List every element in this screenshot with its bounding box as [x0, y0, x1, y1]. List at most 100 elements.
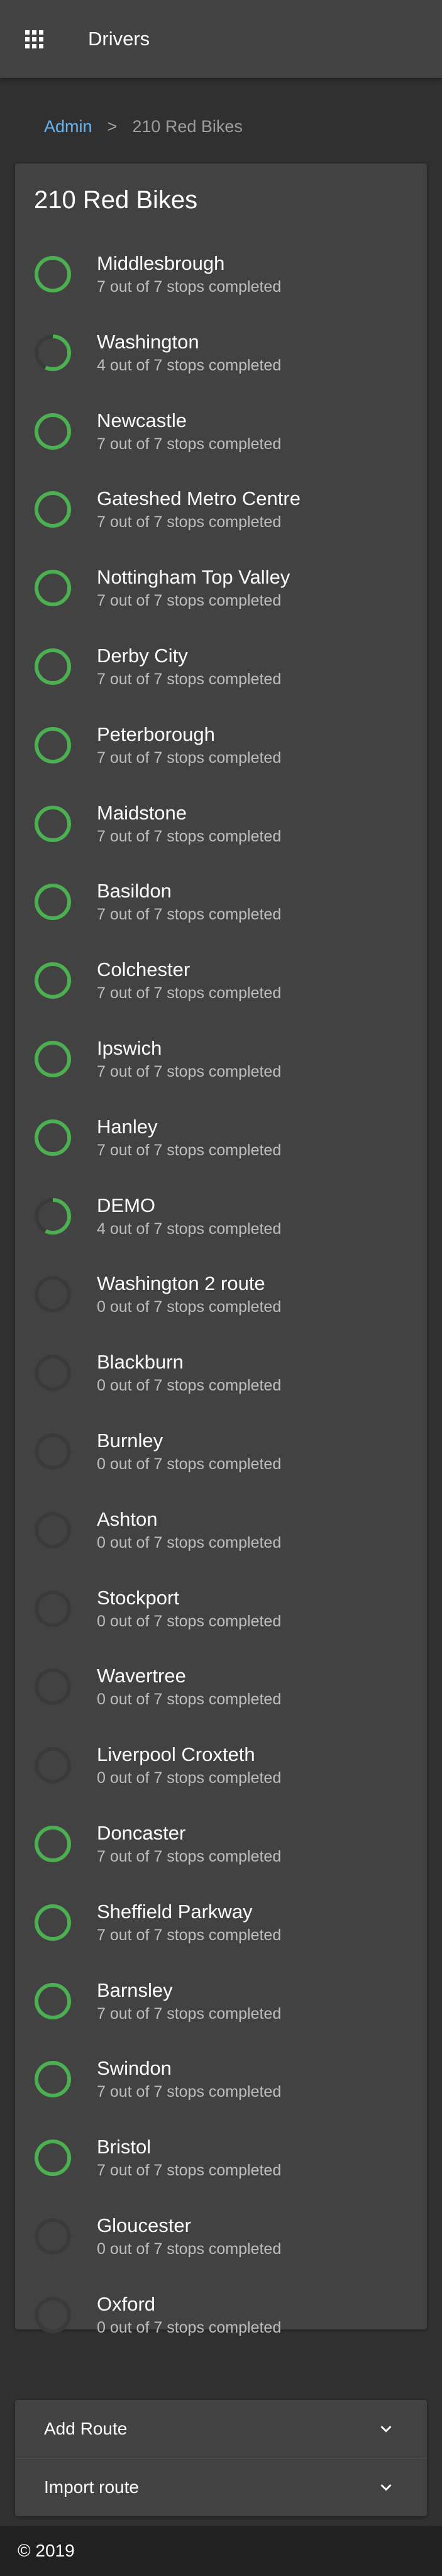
route-list-item[interactable]: Gateshed Metro Centre 7 out of 7 stops co…	[15, 477, 427, 555]
route-progress-arc	[35, 1825, 71, 1862]
route-progress-arc	[35, 1119, 71, 1156]
route-name: Nottingham Top Valley	[97, 566, 290, 589]
route-list-item[interactable]: Blackburn 0 out of 7 stops completed	[15, 1340, 427, 1419]
route-status: 7 out of 7 stops completed	[97, 827, 282, 845]
chevron-down-icon[interactable]	[375, 2418, 397, 2440]
route-status: 7 out of 7 stops completed	[97, 906, 282, 924]
route-progress-arc	[35, 1040, 71, 1077]
route-list-item[interactable]: Burnley 0 out of 7 stops completed	[15, 1419, 427, 1497]
route-progress-indicator	[35, 1590, 71, 1627]
route-progress-indicator	[35, 1197, 71, 1235]
route-progress-indicator	[35, 1904, 71, 1941]
route-status: 7 out of 7 stops completed	[97, 670, 282, 688]
route-list-item[interactable]: Barnsley 7 out of 7 stops completed	[15, 1968, 427, 2047]
route-name: Washington 2 route	[97, 1272, 265, 1295]
import-route-panel[interactable]: Import route	[15, 2458, 427, 2516]
card-title: 210 Red Bikes	[34, 186, 198, 214]
route-name: Sheffield Parkway	[97, 1900, 253, 1923]
route-list-item[interactable]: Nottingham Top Valley 7 out of 7 stops co…	[15, 555, 427, 634]
route-progress-arc	[35, 726, 71, 763]
app-bar: Drivers	[0, 0, 442, 78]
breadcrumb-admin-link[interactable]: Admin	[44, 117, 92, 136]
route-list-item[interactable]: Liverpool Croxteth 0 out of 7 stops compl…	[15, 1733, 427, 1811]
route-list-item[interactable]: DEMO 4 out of 7 stops completed	[15, 1184, 427, 1262]
route-list-item[interactable]: Derby City 7 out of 7 stops completed	[15, 634, 427, 713]
route-progress-indicator	[35, 726, 71, 763]
route-progress-indicator	[35, 805, 71, 842]
route-status: 0 out of 7 stops completed	[97, 1298, 282, 1316]
route-progress-indicator	[35, 2140, 71, 2177]
route-status: 0 out of 7 stops completed	[97, 1690, 282, 1709]
route-list-item[interactable]: Sheffield Parkway 7 out of 7 stops comple…	[15, 1890, 427, 1968]
route-progress-indicator	[35, 1355, 71, 1392]
route-progress-indicator	[35, 570, 71, 607]
route-progress-indicator	[35, 491, 71, 528]
route-status: 0 out of 7 stops completed	[97, 2318, 282, 2336]
route-progress-indicator	[35, 1040, 71, 1077]
add-route-label: Add Route	[44, 2419, 128, 2438]
route-list-item[interactable]: Hanley 7 out of 7 stops completed	[15, 1105, 427, 1184]
routes-card: 210 Red Bikes Middlesbrough 7 out of 7 st…	[15, 164, 427, 2336]
route-progress-indicator	[35, 648, 71, 685]
route-name: Newcastle	[97, 409, 187, 431]
route-progress-arc	[35, 648, 71, 685]
route-status: 0 out of 7 stops completed	[97, 1769, 282, 1787]
route-progress-indicator	[35, 2061, 71, 2098]
route-name: Bristol	[97, 2136, 152, 2158]
route-status: 7 out of 7 stops completed	[97, 1062, 282, 1080]
route-list-item[interactable]: Doncaster 7 out of 7 stops completed	[15, 1811, 427, 1890]
route-name: Doncaster	[97, 1821, 186, 1844]
route-name: DEMO	[97, 1194, 155, 1216]
breadcrumb-separator: >	[107, 117, 118, 136]
route-name: Stockport	[97, 1586, 179, 1609]
route-list-item[interactable]: Oxford 0 out of 7 stops completed	[15, 2282, 427, 2361]
route-status: 7 out of 7 stops completed	[97, 435, 282, 453]
route-status: 7 out of 7 stops completed	[97, 748, 282, 767]
route-name: Oxford	[97, 2292, 156, 2315]
route-progress-indicator	[35, 413, 71, 450]
import-route-label: Import route	[44, 2477, 139, 2497]
route-progress-indicator	[35, 1119, 71, 1156]
route-status: 7 out of 7 stops completed	[97, 1926, 282, 1944]
apps-menu-button[interactable]	[21, 26, 47, 52]
route-list-item[interactable]: Stockport 0 out of 7 stops completed	[15, 1576, 427, 1655]
route-progress-arc	[35, 1982, 71, 2019]
route-list-item[interactable]: Washington 4 out of 7 stops completed	[15, 320, 427, 399]
route-progress-indicator	[35, 2296, 71, 2333]
route-name: Ashton	[97, 1507, 158, 1530]
route-progress-arc	[35, 2140, 71, 2177]
route-name: Gateshed Metro Centre	[97, 487, 301, 510]
route-list-item[interactable]: Wavertree 0 out of 7 stops completed	[15, 1654, 427, 1733]
route-progress-arc	[35, 570, 71, 607]
route-status: 7 out of 7 stops completed	[97, 592, 282, 610]
route-list-item[interactable]: Maidstone 7 out of 7 stops completed	[15, 791, 427, 870]
route-name: Ipswich	[97, 1036, 162, 1059]
route-list-item[interactable]: Swindon 7 out of 7 stops completed	[15, 2046, 427, 2125]
route-list-item[interactable]: Bristol 7 out of 7 stops completed	[15, 2125, 427, 2204]
route-list-item[interactable]: Gloucester 0 out of 7 stops completed	[15, 2204, 427, 2282]
route-list-item[interactable]: Ashton 0 out of 7 stops completed	[15, 1497, 427, 1576]
route-list-item[interactable]: Washington 2 route 0 out of 7 stops compl…	[15, 1262, 427, 1340]
route-list-item[interactable]: Peterborough 7 out of 7 stops completed	[15, 713, 427, 791]
route-progress-arc	[35, 1904, 71, 1941]
route-progress-arc	[35, 2061, 71, 2098]
route-list-item[interactable]: Basildon 7 out of 7 stops completed	[15, 869, 427, 948]
route-status: 0 out of 7 stops completed	[97, 1455, 282, 1473]
route-status: 7 out of 7 stops completed	[97, 2004, 282, 2023]
route-progress-indicator	[35, 1982, 71, 2019]
route-list-item[interactable]: Middlesbrough 7 out of 7 stops completed	[15, 242, 427, 320]
route-progress-indicator	[35, 256, 71, 292]
chevron-down-icon[interactable]	[375, 2477, 397, 2498]
breadcrumb-current: 210 Red Bikes	[132, 117, 243, 136]
route-status: 7 out of 7 stops completed	[97, 278, 282, 296]
route-list-item[interactable]: Ipswich 7 out of 7 stops completed	[15, 1026, 427, 1105]
route-name: Gloucester	[97, 2214, 191, 2236]
route-progress-arc	[35, 805, 71, 842]
route-list-item[interactable]: Colchester 7 out of 7 stops completed	[15, 948, 427, 1026]
route-list: Middlesbrough 7 out of 7 stops completed W…	[15, 242, 427, 2361]
route-progress-indicator	[35, 884, 71, 921]
route-list-item[interactable]: Newcastle 7 out of 7 stops completed	[15, 399, 427, 477]
route-name: Barnsley	[97, 1979, 173, 2001]
route-name: Burnley	[97, 1429, 163, 1452]
add-route-panel[interactable]: Add Route	[15, 2400, 427, 2458]
